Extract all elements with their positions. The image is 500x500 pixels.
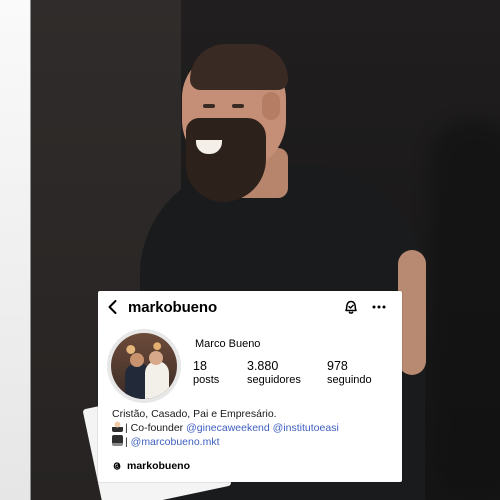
- man-hair: [190, 44, 288, 90]
- more-horizontal-icon[interactable]: [370, 298, 388, 316]
- profile-header: markobueno: [98, 291, 402, 325]
- man-eye: [232, 104, 244, 108]
- profile-bio: Cristão, Casado, Pai e Empresário. | Co-…: [112, 407, 398, 449]
- mention-link-institutoeasi[interactable]: @institutoeasi: [273, 422, 339, 434]
- avatar-groom-head: [130, 353, 144, 367]
- stat-posts-label: posts: [193, 374, 220, 386]
- chevron-left-icon[interactable]: [104, 298, 122, 316]
- bio-cofounder-text: | Co-founder: [125, 422, 184, 434]
- threads-icon: [113, 462, 121, 470]
- instagram-profile-card: markobueno Marco Bueno 18 posts 3.880 se…: [98, 291, 402, 482]
- stat-followers[interactable]: 3.880 seguidores: [247, 359, 301, 387]
- stat-following-value: 978: [327, 359, 348, 373]
- man-arm: [398, 250, 426, 375]
- stat-following[interactable]: 978 seguindo: [327, 359, 372, 387]
- profile-username: markobueno: [128, 299, 218, 316]
- mention-link-ginecaweekend[interactable]: @ginecaweekend: [186, 422, 270, 434]
- technologist-emoji-icon: [112, 421, 123, 432]
- man-eye: [203, 104, 215, 108]
- stat-followers-value: 3.880: [247, 359, 279, 373]
- stat-following-label: seguindo: [327, 374, 372, 386]
- avatar-bride-head: [149, 351, 163, 365]
- avatar[interactable]: [111, 333, 177, 399]
- threads-profile-link[interactable]: markobueno: [111, 458, 190, 474]
- laptop-emoji-icon: [112, 435, 123, 446]
- bio-line-3: | @marcobueno.mkt: [112, 435, 398, 449]
- man-ear: [262, 92, 280, 120]
- mention-link-marcobueno-mkt[interactable]: @marcobueno.mkt: [131, 436, 220, 448]
- bio-line-1: Cristão, Casado, Pai e Empresário.: [112, 408, 277, 420]
- bio-line-2: | Co-founder @ginecaweekend @institutoea…: [112, 421, 398, 435]
- stat-followers-label: seguidores: [247, 374, 301, 386]
- bell-check-icon[interactable]: [342, 298, 360, 316]
- threads-handle: markobueno: [127, 460, 191, 472]
- profile-full-name: Marco Bueno: [195, 338, 261, 350]
- stat-posts[interactable]: 18 posts: [193, 359, 219, 387]
- stat-posts-value: 18: [193, 359, 207, 373]
- avatar-bride: [145, 361, 169, 399]
